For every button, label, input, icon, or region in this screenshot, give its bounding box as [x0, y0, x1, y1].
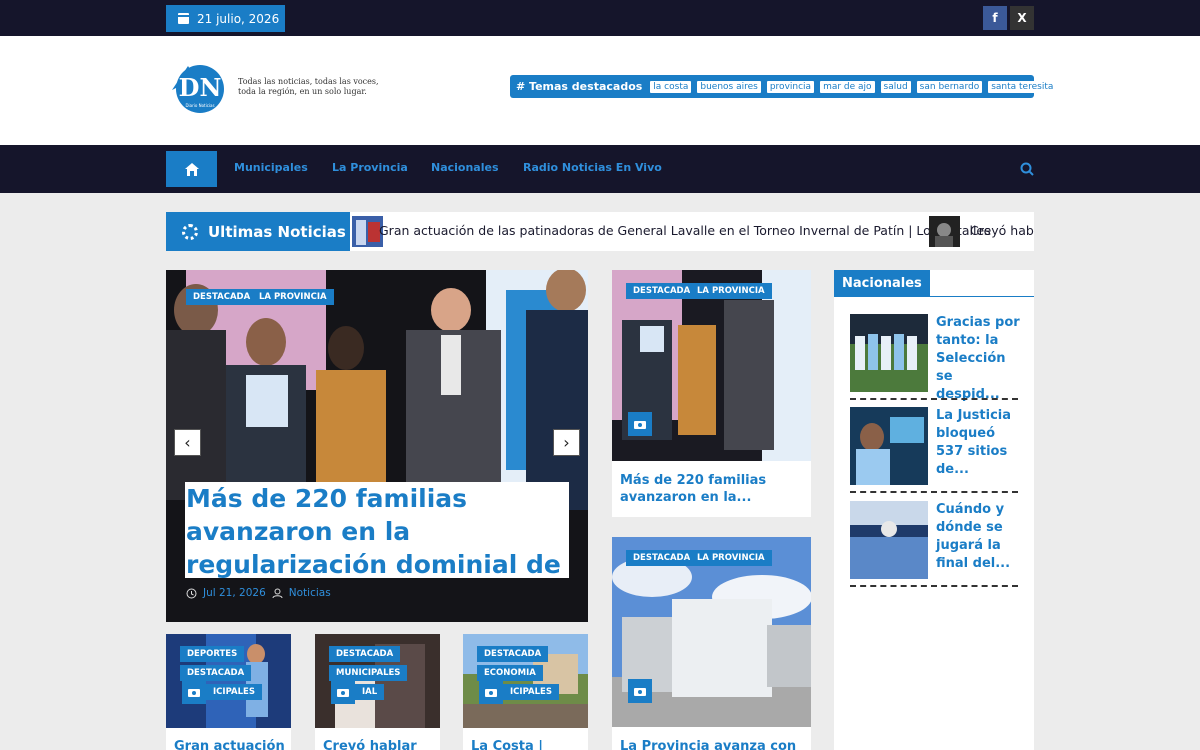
category-badge[interactable]: LA PROVINCIA [690, 550, 772, 566]
slide-author[interactable]: Noticias [289, 587, 331, 599]
facebook-icon[interactable]: f [983, 6, 1007, 30]
category-badge[interactable]: DESTACADA [329, 646, 401, 662]
topic-tag[interactable]: santa teresita [988, 80, 1057, 93]
spinner-icon [182, 223, 198, 240]
news-card[interactable]: DESTACADA MUNICIPALES IAL Creyó hablar [315, 634, 440, 750]
date-text: 21 julio, 2026 [197, 11, 280, 26]
news-ticker: Ultimas Noticias Gran actuación de las p… [166, 212, 1034, 251]
news-card[interactable]: DESTACADA LA PROVINCIA La Provincia avan… [612, 537, 811, 750]
nav-item-la-provincia[interactable]: La Provincia [332, 161, 408, 174]
featured-topics-title: # Temas destacados [516, 80, 643, 93]
sidebar-item-title[interactable]: Gracias por tanto: la Selección se despi… [936, 314, 1020, 404]
slide-meta: Jul 21, 2026 Noticias [186, 587, 331, 599]
prev-slide-button[interactable]: ‹ [174, 429, 201, 456]
nav-item-municipales[interactable]: Municipales [234, 161, 308, 174]
topic-tag[interactable]: buenos aires [697, 80, 761, 93]
item-divider [850, 398, 1018, 400]
item-divider [850, 585, 1018, 587]
camera-icon [628, 412, 652, 436]
sidebar-news-item[interactable]: Cuándo y dónde se jugará la final del... [850, 501, 1018, 587]
slide-date[interactable]: Jul 21, 2026 [203, 587, 266, 599]
topic-tag[interactable]: provincia [766, 80, 815, 93]
news-card[interactable]: DEPORTES DESTACADA ICIPALES Gran actuaci… [166, 634, 291, 750]
sidebar-item-title[interactable]: Cuándo y dónde se jugará la final del... [936, 501, 1020, 573]
site-logo[interactable]: DN Diario Noticias Todas las noticias, t… [166, 60, 386, 116]
category-badge[interactable]: DESTACADA [180, 665, 252, 681]
category-badge[interactable]: ICIPALES [206, 684, 262, 700]
card-title[interactable]: Creyó hablar [323, 738, 417, 750]
home-button[interactable] [166, 151, 217, 187]
calendar-icon [178, 13, 189, 24]
item-divider [850, 491, 1018, 493]
category-badge[interactable]: DESTACADA [626, 550, 698, 566]
top-bar: 21 julio, 2026 f X [0, 0, 1200, 36]
camera-icon [331, 680, 355, 704]
home-icon [184, 162, 199, 176]
x-icon[interactable]: X [1010, 6, 1034, 30]
ticker-thumbnail [929, 216, 960, 247]
category-badge[interactable]: MUNICIPALES [329, 665, 408, 681]
nav-item-radio[interactable]: Radio Noticias En Vivo [523, 161, 662, 174]
ticker-title: Ultimas Noticias [166, 212, 350, 251]
sidebar-nacionales: Nacionales Gracias por tanto: la Selecci… [834, 270, 1034, 750]
next-slide-button[interactable]: › [553, 429, 580, 456]
featured-slider[interactable]: DESTACADA LA PROVINCIA ‹ › Más de 220 fa… [166, 270, 588, 622]
camera-icon [479, 680, 503, 704]
search-icon[interactable] [1020, 162, 1034, 176]
category-badge[interactable]: LA PROVINCIA [690, 283, 772, 299]
card-title[interactable]: La Provincia avanza con el [620, 738, 811, 750]
category-badge[interactable]: DEPORTES [180, 646, 245, 662]
card-title[interactable]: La Costa | [471, 738, 543, 750]
sidebar-thumbnail [850, 314, 928, 392]
user-icon [272, 588, 283, 598]
sidebar-heading: Nacionales [834, 270, 1034, 297]
sidebar-thumbnail [850, 501, 928, 579]
camera-icon [628, 679, 652, 703]
category-badge[interactable]: ECONOMIA [477, 665, 543, 681]
card-title[interactable]: Más de 220 familias avanzaron en la... [620, 472, 766, 506]
topic-tag[interactable]: salud [880, 80, 911, 93]
chevron-right-icon: › [563, 433, 570, 452]
news-card[interactable]: DESTACADA LA PROVINCIA Más de 220 famili… [612, 270, 811, 517]
ticker-item[interactable]: Creyó habla [970, 223, 1034, 238]
date-badge: 21 julio, 2026 [166, 5, 285, 32]
category-badge[interactable]: LA PROVINCIA [252, 289, 334, 305]
ticker-item[interactable]: Gran actuación de las patinadoras de Gen… [379, 223, 991, 238]
nav-item-nacionales[interactable]: Nacionales [431, 161, 499, 174]
clock-icon [186, 588, 197, 598]
camera-icon [182, 680, 206, 704]
sidebar-news-item[interactable]: Gracias por tanto: la Selección se despi… [850, 314, 1020, 402]
category-badge[interactable]: ICIPALES [503, 684, 559, 700]
category-badge[interactable]: DESTACADA [186, 289, 258, 305]
news-card[interactable]: DESTACADA ECONOMIA ICIPALES La Costa | [463, 634, 588, 750]
topic-tag[interactable]: la costa [650, 80, 692, 93]
sidebar-thumbnail [850, 407, 928, 485]
featured-topics-bar: # Temas destacados la costa buenos aires… [510, 75, 1057, 98]
category-badge[interactable]: IAL [355, 684, 385, 700]
svg-text:DN: DN [179, 73, 222, 102]
category-badge[interactable]: DESTACADA [477, 646, 549, 662]
card-title[interactable]: Gran actuación [174, 738, 285, 750]
site-header: DN Diario Noticias Todas las noticias, t… [0, 36, 1200, 145]
chevron-left-icon: ‹ [184, 433, 191, 452]
topic-tag[interactable]: mar de ajo [820, 80, 875, 93]
sidebar-item-title[interactable]: La Justicia bloqueó 537 sitios de... [936, 407, 1020, 479]
main-nav: Municipales La Provincia Nacionales Radi… [0, 145, 1200, 193]
logo-tagline: Todas las noticias, todas las voces, tod… [238, 77, 379, 96]
svg-text:Diario Noticias: Diario Noticias [185, 103, 214, 108]
sidebar-news-item[interactable]: La Justicia bloqueó 537 sitios de... [850, 407, 1018, 493]
category-badge[interactable]: DESTACADA [626, 283, 698, 299]
slide-title[interactable]: Más de 220 familias avanzaron en la regu… [185, 482, 569, 578]
logo-mark: DN Diario Noticias [172, 65, 224, 113]
topic-tag[interactable]: san bernardo [916, 80, 983, 93]
